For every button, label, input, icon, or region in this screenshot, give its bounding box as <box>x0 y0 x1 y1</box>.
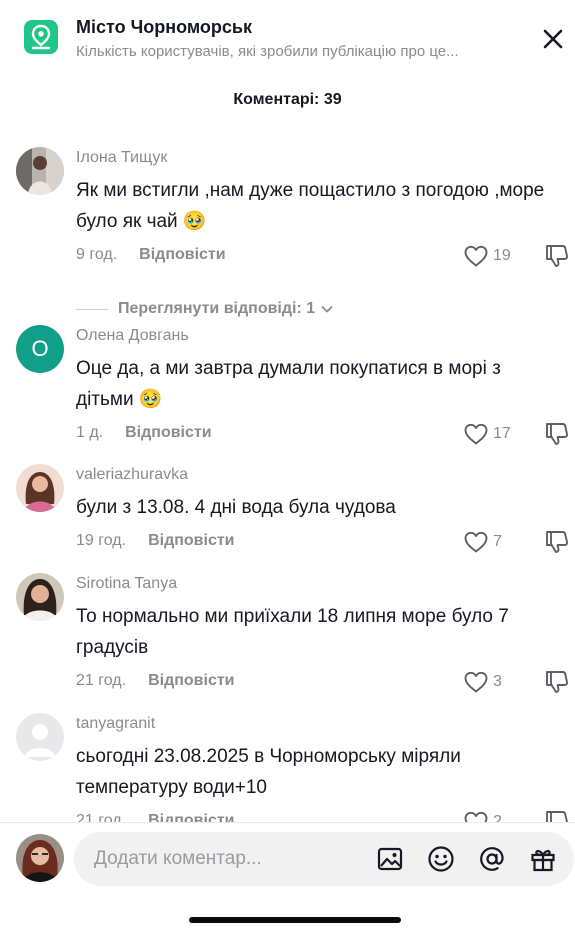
avatar-letter: О <box>31 336 49 361</box>
comment-text: То нормально ми приїхали 18 липня море б… <box>76 606 509 658</box>
header: Місто Чорноморськ Кількість користувачів… <box>0 0 575 78</box>
location-pin-icon <box>24 20 58 54</box>
comment-input[interactable] <box>94 832 364 886</box>
like-count: 7 <box>493 533 502 550</box>
like-count: 2 <box>493 813 502 822</box>
like-count: 17 <box>493 425 511 442</box>
comment-meta: 21 год. Відповісти <box>76 672 235 690</box>
comment-username[interactable]: Ілона Тищук <box>76 149 167 167</box>
my-avatar[interactable] <box>16 834 64 882</box>
close-button[interactable] <box>540 26 566 52</box>
reply-button[interactable]: Відповісти <box>139 246 225 263</box>
emoji-icon <box>428 846 454 872</box>
reply-button[interactable]: Відповісти <box>148 532 234 549</box>
mention-icon <box>480 847 504 871</box>
dislike-button[interactable] <box>543 668 571 696</box>
comment-text: сьогодні 23.08.2025 в Чорноморську мірял… <box>76 746 461 798</box>
like-button[interactable]: 7 <box>463 529 523 555</box>
like-button[interactable]: 17 <box>463 421 523 447</box>
comment-username[interactable]: valeriazhuravka <box>76 466 188 484</box>
comment-text: були з 13.08. 4 дні вода була чудова <box>76 497 396 518</box>
avatar[interactable] <box>16 713 64 761</box>
thumbs-down-icon <box>546 671 569 693</box>
view-replies-button[interactable]: Переглянути відповіді: 1 <box>76 300 334 318</box>
reply-button[interactable]: Відповісти <box>125 424 211 441</box>
close-icon <box>543 29 563 49</box>
dislike-button[interactable] <box>543 808 571 822</box>
heart-icon <box>464 423 488 445</box>
comment-text: Як ми встигли ,нам дуже пощастило з пого… <box>76 180 545 232</box>
emoji-button[interactable] <box>427 845 455 873</box>
image-icon <box>377 847 403 871</box>
comment-time: 19 год. <box>76 532 127 549</box>
comments-count: Коментарі: 39 <box>233 91 342 108</box>
comment-composer <box>74 832 574 886</box>
comment-meta: 21 год. Відповісти <box>76 812 235 822</box>
thumbs-down-icon <box>546 531 569 553</box>
heart-icon <box>464 671 488 693</box>
comment-time: 21 год. <box>76 812 127 822</box>
gift-button[interactable] <box>529 845 557 873</box>
comment-meta: 9 год. Відповісти <box>76 246 226 264</box>
comment-text: Оце да, а ми завтра думали покупатися в … <box>76 358 501 410</box>
heart-icon <box>464 811 488 822</box>
reply-button[interactable]: Відповісти <box>148 672 234 689</box>
dislike-button[interactable] <box>543 242 571 270</box>
composer-divider <box>0 822 575 823</box>
gift-icon <box>531 849 555 872</box>
heart-icon <box>464 531 488 553</box>
heart-icon <box>464 245 488 267</box>
comment-list[interactable]: Ілона Тищук Як ми встигли ,нам дуже поща… <box>0 130 575 822</box>
comment-username[interactable]: Sirotina Tanya <box>76 575 177 593</box>
chevron-down-icon <box>321 305 333 313</box>
page-title: Місто Чорноморськ <box>76 17 253 37</box>
view-replies-label: Переглянути відповіді: 1 <box>118 300 316 317</box>
comment-time: 9 год. <box>76 246 118 263</box>
dislike-button[interactable] <box>543 420 571 448</box>
avatar[interactable] <box>16 464 64 512</box>
comment-meta: 19 год. Відповісти <box>76 532 235 550</box>
page-subtitle: Кількість користувачів, які зробили публ… <box>76 43 459 60</box>
thumbs-down-icon <box>546 423 569 445</box>
comment-time: 1 д. <box>76 424 104 441</box>
like-button[interactable]: 3 <box>463 669 523 695</box>
home-indicator <box>189 917 401 923</box>
thumbs-down-icon <box>546 245 569 267</box>
comment-username[interactable]: tanyagranit <box>76 715 155 733</box>
like-count: 19 <box>493 247 511 264</box>
like-count: 3 <box>493 673 502 690</box>
reply-button[interactable]: Відповісти <box>148 812 234 822</box>
like-button[interactable]: 2 <box>463 809 523 822</box>
comment-meta: 1 д. Відповісти <box>76 424 212 442</box>
avatar[interactable]: О <box>16 325 64 373</box>
like-button[interactable]: 19 <box>463 243 523 269</box>
thumbs-down-icon <box>546 811 568 822</box>
avatar[interactable] <box>16 573 64 621</box>
image-button[interactable] <box>376 845 404 873</box>
avatar[interactable] <box>16 147 64 195</box>
replies-divider <box>76 308 108 310</box>
comment-username[interactable]: Олена Довгань <box>76 327 189 345</box>
comment-time: 21 год. <box>76 672 127 689</box>
mention-button[interactable] <box>478 845 506 873</box>
dislike-button[interactable] <box>543 528 571 556</box>
